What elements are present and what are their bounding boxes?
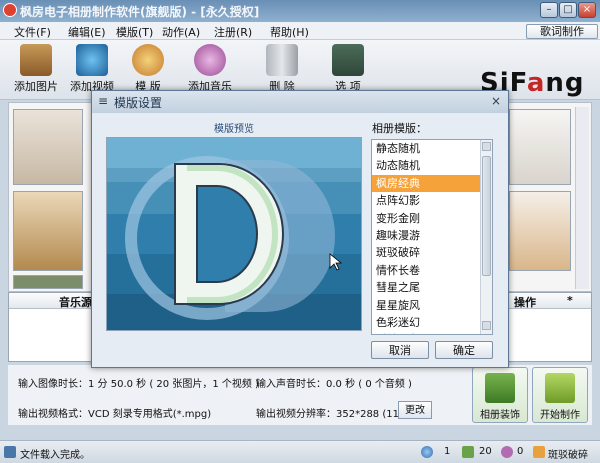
lyrics-button[interactable]: 歌词制作 xyxy=(526,24,598,39)
template-item[interactable]: 彗星之尾 xyxy=(372,279,492,296)
template-preview xyxy=(106,137,362,331)
template-item[interactable]: 动态随机 xyxy=(372,157,492,174)
video-count-icon xyxy=(421,446,433,458)
photo-thumbnail[interactable] xyxy=(509,191,571,271)
toolbar-label: 添加图片 xyxy=(14,80,58,93)
menu-edit[interactable]: 编辑(E) xyxy=(68,24,106,40)
status-bar: 文件载入完成。 1 20 0 斑驳破碎 xyxy=(0,440,600,463)
audio-count-icon xyxy=(501,446,513,458)
close-button[interactable]: × xyxy=(578,2,596,18)
template-item[interactable]: 斑驳破碎 xyxy=(372,244,492,261)
start-button[interactable]: 开始制作 xyxy=(532,367,588,423)
image-count: 20 xyxy=(479,446,492,457)
template-item[interactable]: 情怀长卷 xyxy=(372,262,492,279)
photo-grid-scrollbar[interactable] xyxy=(575,107,589,289)
dialog-close-icon[interactable]: × xyxy=(488,94,504,110)
menu-action[interactable]: 动作(A) xyxy=(162,24,200,40)
menu-help[interactable]: 帮助(H) xyxy=(270,24,309,40)
resolution-text: 输出视频分辨率：352*288 (11:9) xyxy=(256,409,413,420)
image-count-icon xyxy=(462,446,474,458)
video-format-text: 输出视频格式：VCD 刻录专用格式(*.mpg) xyxy=(18,409,212,420)
status-icon xyxy=(4,446,16,458)
template-item[interactable]: 时钟印象 xyxy=(372,331,492,334)
scroll-up-icon[interactable] xyxy=(482,142,491,151)
minimize-button[interactable]: – xyxy=(540,2,558,18)
template-item[interactable]: 变形金刚 xyxy=(372,210,492,227)
status-text: 文件载入完成。 xyxy=(20,450,90,461)
app-logo-icon xyxy=(3,3,17,17)
dialog-menu-icon[interactable]: ≡ xyxy=(98,94,108,108)
audio-duration-text: 输入声音时长：0.0 秒 ( 0 个音频 ) xyxy=(256,379,412,390)
music-star-header: * xyxy=(567,294,573,307)
photo-thumbnail[interactable] xyxy=(509,109,571,185)
palette-icon xyxy=(132,44,164,76)
template-list-scrollbar[interactable] xyxy=(480,140,492,334)
template-item[interactable]: 趣味漫游 xyxy=(372,227,492,244)
film-icon xyxy=(545,373,575,403)
photo-thumbnail[interactable] xyxy=(13,191,83,271)
trash-icon xyxy=(266,44,298,76)
menu-bar: 文件(F) 编辑(E) 模版(T) 动作(A) 注册(R) 帮助(H) 歌词制作 xyxy=(0,22,600,40)
add-picture-button[interactable]: 添加图片 xyxy=(6,44,66,100)
template-item[interactable]: 星星旋风 xyxy=(372,297,492,314)
menu-register[interactable]: 注册(R) xyxy=(214,24,252,40)
video-count: 1 xyxy=(444,446,451,457)
audio-count: 0 xyxy=(517,446,524,457)
photo-thumbnail[interactable] xyxy=(13,109,83,185)
template-item[interactable]: 枫房经典 xyxy=(372,174,492,193)
start-label: 开始制作 xyxy=(540,410,580,421)
template-item[interactable]: 静态随机 xyxy=(372,140,492,157)
template-item[interactable]: 色彩迷幻 xyxy=(372,314,492,331)
template-item[interactable]: 点阵幻影 xyxy=(372,192,492,209)
ok-button[interactable]: 确定 xyxy=(435,341,493,359)
music-op-header: 操作 xyxy=(514,296,536,309)
preview-graphic xyxy=(107,138,361,330)
brand-accent: a xyxy=(526,68,546,98)
decorate-button[interactable]: 相册装饰 xyxy=(472,367,528,423)
template-icon xyxy=(533,446,545,458)
options-icon xyxy=(332,44,364,76)
add-video-icon xyxy=(76,44,108,76)
template-items: 静态随机 动态随机 枫房经典 点阵幻影 变形金刚 趣味漫游 斑驳破碎 情怀长卷 彗星之尾 星星旋风… xyxy=(372,140,492,334)
cancel-button[interactable]: 取消 xyxy=(371,341,429,359)
image-duration-text: 输入图像时长：1 分 50.0 秒 ( 20 张图片，1 个视频 ) xyxy=(18,379,259,390)
scroll-down-icon[interactable] xyxy=(482,321,491,330)
maximize-button[interactable]: □ xyxy=(559,2,577,18)
template-list[interactable]: 静态随机 动态随机 枫房经典 点阵幻影 变形金刚 趣味漫游 斑驳破碎 情怀长卷 彗星之尾 星星旋风… xyxy=(371,139,493,335)
info-panel: 输入图像时长：1 分 50.0 秒 ( 20 张图片，1 个视频 ) 输入声音时… xyxy=(8,365,592,425)
change-button[interactable]: 更改 xyxy=(398,401,432,419)
template-list-label: 相册模版： xyxy=(372,122,427,135)
status-template-name: 斑驳破碎 xyxy=(548,450,588,461)
menu-template[interactable]: 模版(T) xyxy=(116,24,153,40)
title-bar: 枫房电子相册制作软件(旗舰版) - [永久授权] – □ × xyxy=(0,0,600,22)
scroll-thumb[interactable] xyxy=(482,156,491,276)
window-title: 枫房电子相册制作软件(旗舰版) - [永久授权] xyxy=(20,5,260,19)
add-music-icon xyxy=(194,44,226,76)
template-dialog: ≡ 模版设置 × 模版预览 相册模版： 静态随机 动态随机 枫房经典 点阵幻影 变形金刚… xyxy=(91,90,509,368)
photo-thumbnail[interactable] xyxy=(13,275,83,289)
add-picture-icon xyxy=(20,44,52,76)
menu-file[interactable]: 文件(F) xyxy=(14,24,51,40)
dialog-title-bar: ≡ 模版设置 × xyxy=(92,91,508,113)
dialog-title: 模版设置 xyxy=(114,96,163,110)
preview-label: 模版预览 xyxy=(214,124,254,135)
picture-frame-icon xyxy=(485,373,515,403)
decorate-label: 相册装饰 xyxy=(480,410,520,421)
brand-text: ng xyxy=(545,68,585,98)
